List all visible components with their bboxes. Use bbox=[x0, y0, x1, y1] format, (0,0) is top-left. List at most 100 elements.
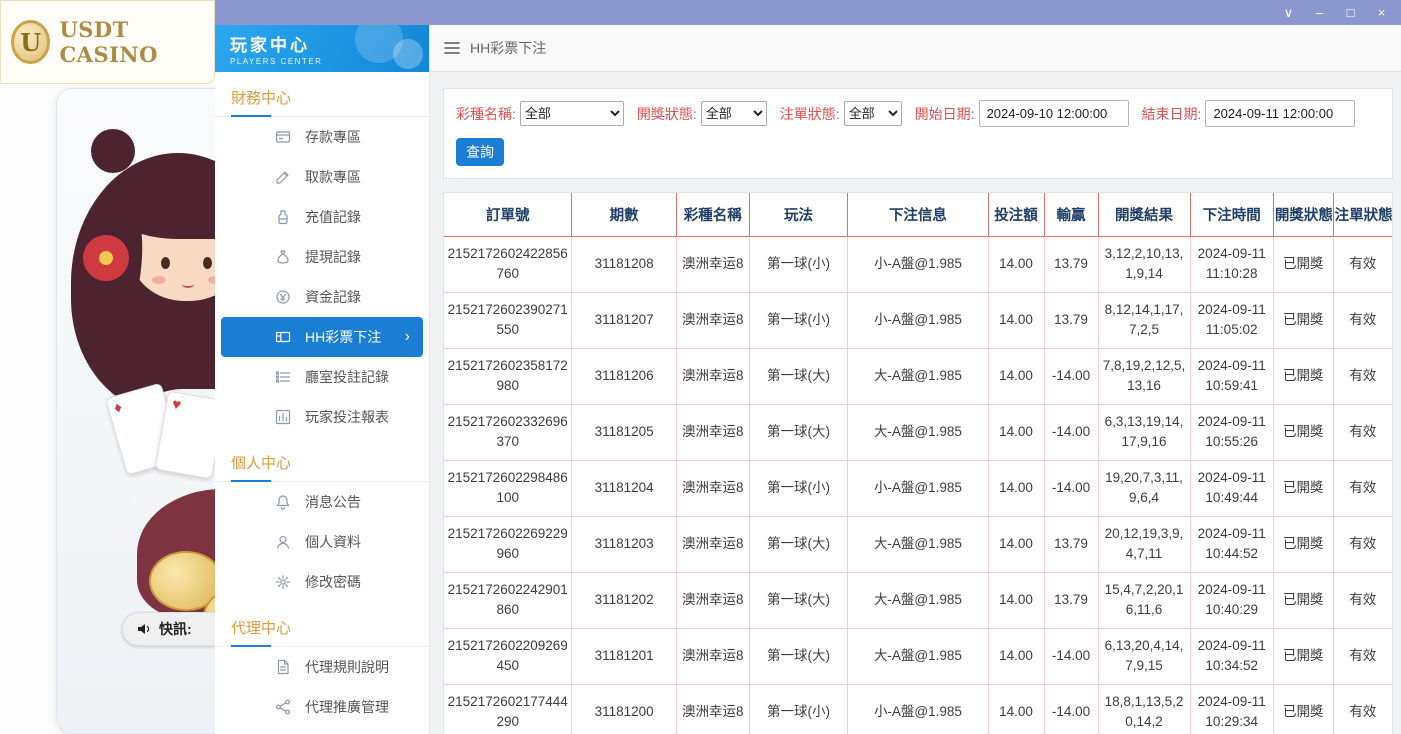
cell-bet-time: 2024-09-11 11:10:28 bbox=[1190, 236, 1273, 292]
end-date-input[interactable] bbox=[1205, 100, 1355, 127]
query-button[interactable]: 查詢 bbox=[456, 138, 504, 166]
sidebar-item-withdraw[interactable]: 取款專區 bbox=[215, 157, 429, 197]
cell-bet-info: 大-A盤@1.985 bbox=[848, 628, 988, 684]
cell-draw-result: 18,8,1,13,5,20,14,2 bbox=[1098, 684, 1190, 734]
cell-order-status: 有效 bbox=[1333, 348, 1392, 404]
sidebar-item-label: 資金記錄 bbox=[305, 287, 361, 307]
sidebar-item-cashout[interactable]: 提現記錄 bbox=[215, 237, 429, 277]
cell-win-loss: 13.79 bbox=[1044, 292, 1098, 348]
page-header: HH彩票下注 bbox=[430, 25, 1401, 72]
mascot-blush bbox=[152, 276, 166, 284]
sidebar-item-agent-rules[interactable]: 代理規則說明 bbox=[215, 647, 429, 687]
cell-period: 31181200 bbox=[572, 684, 676, 734]
cell-lottery-name: 澳洲幸运8 bbox=[676, 404, 749, 460]
cell-bet-info: 小-A盤@1.985 bbox=[848, 460, 988, 516]
window-titlebar: ∨ – □ × bbox=[215, 0, 1401, 25]
sidebar-item-label: 提現記錄 bbox=[305, 247, 361, 267]
cell-lottery-name: 澳洲幸运8 bbox=[676, 292, 749, 348]
cell-play-type: 第一球(大) bbox=[749, 628, 848, 684]
sidebar-item-lottery[interactable]: HH彩票下注› bbox=[221, 317, 423, 357]
cell-draw-result: 20,12,19,3,9,4,7,11 bbox=[1098, 516, 1190, 572]
filter-panel: 彩種名稱: 全部 開獎狀態: 全部 bbox=[443, 88, 1393, 179]
cell-bet-time: 2024-09-11 10:34:52 bbox=[1190, 628, 1273, 684]
hamburger-menu-icon[interactable] bbox=[444, 41, 460, 55]
column-header-lottery-name: 彩種名稱 bbox=[676, 193, 749, 236]
profile-icon bbox=[275, 534, 291, 550]
cell-bet-amount: 14.00 bbox=[988, 628, 1044, 684]
cell-bet-info: 大-A盤@1.985 bbox=[848, 404, 988, 460]
sidebar-item-label: 玩家投注報表 bbox=[305, 407, 389, 427]
app-window: U USDT CASINO ♦ ♥ bbox=[0, 0, 1401, 734]
sidebar-item-agent-promo[interactable]: 代理推廣管理 bbox=[215, 687, 429, 727]
cell-draw-status: 已開獎 bbox=[1273, 236, 1333, 292]
mascot-eye bbox=[161, 257, 170, 269]
cell-win-loss: 13.79 bbox=[1044, 572, 1098, 628]
mascot-blush bbox=[208, 276, 215, 284]
cell-bet-info: 大-A盤@1.985 bbox=[848, 516, 988, 572]
order-status-select[interactable]: 全部 bbox=[844, 101, 902, 126]
cell-draw-status: 已開獎 bbox=[1273, 572, 1333, 628]
table-row: 215217260239027155031181207澳洲幸运8第一球(小)小-… bbox=[444, 292, 1392, 348]
lottery-icon bbox=[275, 329, 291, 345]
cell-bet-amount: 14.00 bbox=[988, 572, 1044, 628]
cell-bet-amount: 14.00 bbox=[988, 348, 1044, 404]
recharge-icon bbox=[275, 209, 291, 225]
cell-bet-amount: 14.00 bbox=[988, 684, 1044, 734]
cell-order-no: 2152172602390271550 bbox=[444, 292, 572, 348]
cell-period: 31181202 bbox=[572, 572, 676, 628]
sidebar-item-password[interactable]: 修改密碼 bbox=[215, 562, 429, 602]
cell-bet-amount: 14.00 bbox=[988, 404, 1044, 460]
cell-draw-status: 已開獎 bbox=[1273, 684, 1333, 734]
cell-bet-amount: 14.00 bbox=[988, 460, 1044, 516]
section-title: 代理中心 bbox=[215, 602, 429, 647]
sidebar-item-funds[interactable]: 資金記錄 bbox=[215, 277, 429, 317]
announcement-icon bbox=[275, 494, 291, 510]
draw-status-select[interactable]: 全部 bbox=[701, 101, 767, 126]
sidebar-item-profile[interactable]: 個人資料 bbox=[215, 522, 429, 562]
cell-play-type: 第一球(大) bbox=[749, 404, 848, 460]
cell-bet-time: 2024-09-11 10:29:34 bbox=[1190, 684, 1273, 734]
chevron-down-icon[interactable]: ∨ bbox=[1273, 0, 1304, 25]
sidebar-item-deposit[interactable]: 存款專區 bbox=[215, 117, 429, 157]
table-row: 215217260233269637031181205澳洲幸运8第一球(大)大-… bbox=[444, 404, 1392, 460]
column-header-bet-amount: 投注額 bbox=[988, 193, 1044, 236]
cell-play-type: 第一球(小) bbox=[749, 460, 848, 516]
column-header-period: 期數 bbox=[572, 193, 676, 236]
cell-draw-status: 已開獎 bbox=[1273, 516, 1333, 572]
start-date-input[interactable] bbox=[979, 100, 1129, 127]
cell-draw-result: 3,12,2,10,13,1,9,14 bbox=[1098, 236, 1190, 292]
report-icon bbox=[275, 409, 291, 425]
gold-coin-icon bbox=[149, 551, 215, 611]
column-header-bet-info: 下注信息 bbox=[848, 193, 988, 236]
column-header-order-no: 訂單號 bbox=[444, 193, 572, 236]
table-row: 215217260217744429031181200澳洲幸运8第一球(小)小-… bbox=[444, 684, 1392, 734]
cell-lottery-name: 澳洲幸运8 bbox=[676, 684, 749, 734]
sidebar-item-label: 消息公告 bbox=[305, 492, 361, 512]
minimize-button[interactable]: – bbox=[1304, 0, 1335, 25]
cell-bet-info: 小-A盤@1.985 bbox=[848, 292, 988, 348]
cell-lottery-name: 澳洲幸运8 bbox=[676, 628, 749, 684]
sidebar-item-label: 廳室投註記錄 bbox=[305, 367, 389, 387]
cell-play-type: 第一球(小) bbox=[749, 236, 848, 292]
sidebar-item-recharge[interactable]: 充值記錄 bbox=[215, 197, 429, 237]
cell-period: 31181203 bbox=[572, 516, 676, 572]
cell-bet-time: 2024-09-11 10:40:29 bbox=[1190, 572, 1273, 628]
cell-draw-result: 15,4,7,2,20,16,11,6 bbox=[1098, 572, 1190, 628]
maximize-button[interactable]: □ bbox=[1335, 0, 1366, 25]
page-title: HH彩票下注 bbox=[470, 38, 546, 58]
sidebar-item-label: HH彩票下注 bbox=[305, 327, 381, 347]
cell-order-status: 有效 bbox=[1333, 628, 1392, 684]
table-row: 215217260229848610031181204澳洲幸运8第一球(小)小-… bbox=[444, 460, 1392, 516]
sidebar-item-announcement[interactable]: 消息公告 bbox=[215, 482, 429, 522]
cell-order-status: 有效 bbox=[1333, 684, 1392, 734]
cell-bet-info: 大-A盤@1.985 bbox=[848, 348, 988, 404]
section-title: 財務中心 bbox=[215, 72, 429, 117]
sidebar-item-label: 代理推廣管理 bbox=[305, 697, 389, 717]
sidebar-item-room-records[interactable]: 廳室投註記錄 bbox=[215, 357, 429, 397]
mascot-eye bbox=[203, 257, 212, 269]
lottery-select[interactable]: 全部 bbox=[520, 101, 624, 126]
cell-order-status: 有效 bbox=[1333, 404, 1392, 460]
sidebar-item-report[interactable]: 玩家投注報表 bbox=[215, 397, 429, 437]
sidebar-item-label: 存款專區 bbox=[305, 127, 361, 147]
close-button[interactable]: × bbox=[1366, 0, 1397, 25]
